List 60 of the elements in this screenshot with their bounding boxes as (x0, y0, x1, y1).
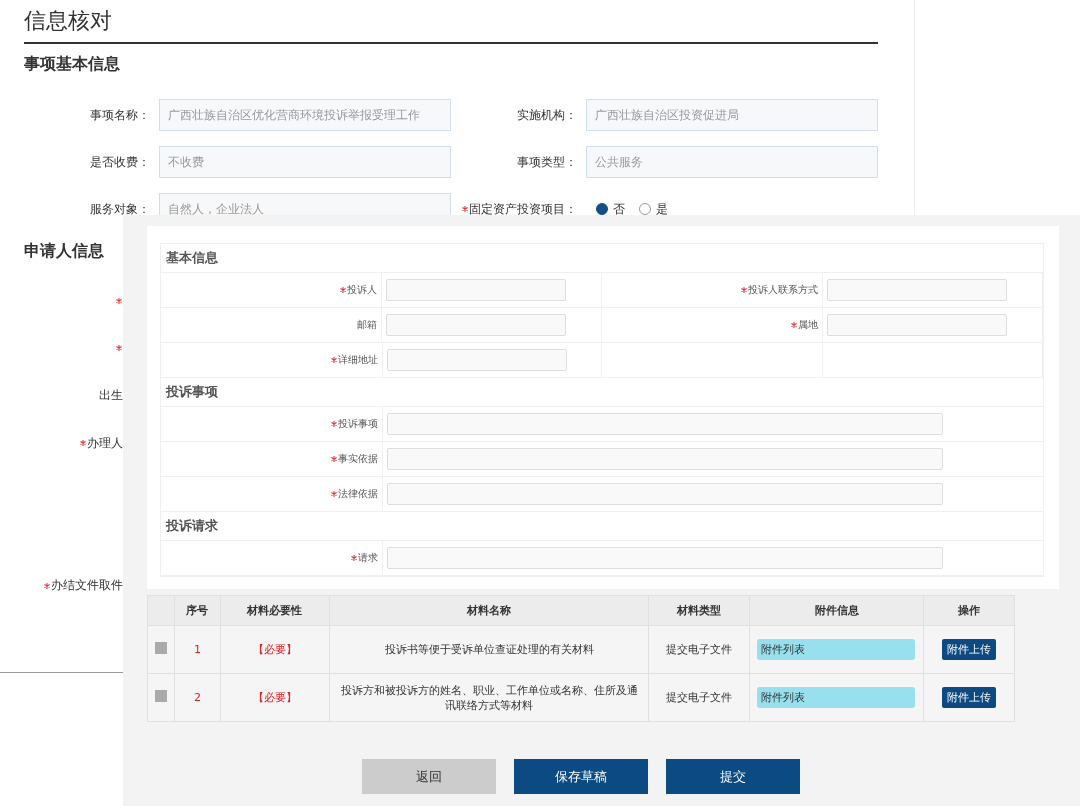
column-header: 材料类型 (648, 595, 750, 626)
field-label: 办结文件取件 (51, 577, 123, 595)
text-input[interactable] (386, 314, 567, 336)
field-label: 投诉人 (347, 283, 378, 297)
attachment-list[interactable]: 附件列表 (757, 639, 916, 660)
section-heading: 投诉事项 (161, 378, 1043, 407)
column-header: 序号 (174, 595, 221, 626)
table-cell: 1 (174, 625, 221, 674)
section-heading: 申请人信息 (24, 240, 104, 262)
field-label: 详细地址 (337, 353, 378, 367)
section-heading: 事项基本信息 (24, 53, 120, 75)
radio-button[interactable] (596, 203, 608, 215)
text-input[interactable] (387, 547, 943, 569)
page-title: 信息核对 (24, 6, 878, 44)
field-label: 固定资产投资项目： (469, 200, 577, 218)
table-cell: 提交电子文件 (648, 673, 750, 722)
field-label: 邮箱 (357, 318, 378, 332)
field-label: 事实依据 (338, 452, 378, 466)
field-label: 实施机构： (517, 106, 577, 124)
field-label: 事项名称： (90, 106, 150, 124)
checkbox[interactable] (155, 689, 167, 702)
field-label: 是否收费： (90, 153, 150, 171)
text-input[interactable] (826, 314, 1007, 336)
column-header: 操作 (923, 595, 1015, 626)
table-cell: 【必要】 (220, 673, 330, 722)
attachment-list[interactable]: 附件列表 (757, 687, 916, 708)
field-label: 服务对象： (90, 200, 150, 218)
text-input[interactable] (386, 349, 567, 371)
field-label: 法律依据 (338, 487, 378, 501)
field-label: 投诉人联系方式 (747, 283, 818, 297)
field-label: 办理人 (87, 434, 123, 452)
radio-label: 是 (656, 200, 668, 218)
action-button[interactable]: 提交 (666, 759, 800, 794)
table-cell: 【必要】 (220, 625, 330, 674)
field-label: 投诉事项 (338, 417, 378, 431)
section-heading: 基本信息 (161, 244, 1043, 273)
section-heading: 投诉请求 (161, 512, 1043, 541)
field-label: 请求 (358, 551, 378, 565)
radio-label: 否 (613, 200, 625, 218)
action-button[interactable]: 保存草稿 (514, 759, 648, 794)
radio-button[interactable] (639, 203, 651, 215)
table-cell: 投诉方和被投诉方的姓名、职业、工作单位或名称、住所及通讯联络方式等材料 (329, 673, 649, 722)
upload-button[interactable]: 附件上传 (942, 687, 997, 708)
text-input[interactable] (826, 279, 1007, 301)
text-input[interactable] (387, 448, 943, 470)
field-label: 属地 (797, 318, 818, 332)
table-cell: 2 (174, 673, 221, 722)
field-label: 事项类型： (517, 153, 577, 171)
checkbox[interactable] (155, 641, 167, 654)
upload-button[interactable]: 附件上传 (942, 639, 997, 660)
column-header: 材料名称 (329, 595, 649, 626)
column-header: 材料必要性 (220, 595, 330, 626)
column-header: 附件信息 (749, 595, 924, 626)
field-label: 出生 (99, 387, 123, 405)
action-button[interactable]: 返回 (362, 759, 496, 794)
table-cell: 投诉书等便于受诉单位查证处理的有关材料 (329, 625, 649, 674)
text-input[interactable] (387, 413, 943, 435)
table-cell: 提交电子文件 (648, 625, 750, 674)
text-input[interactable] (386, 279, 567, 301)
text-input[interactable] (387, 483, 943, 505)
